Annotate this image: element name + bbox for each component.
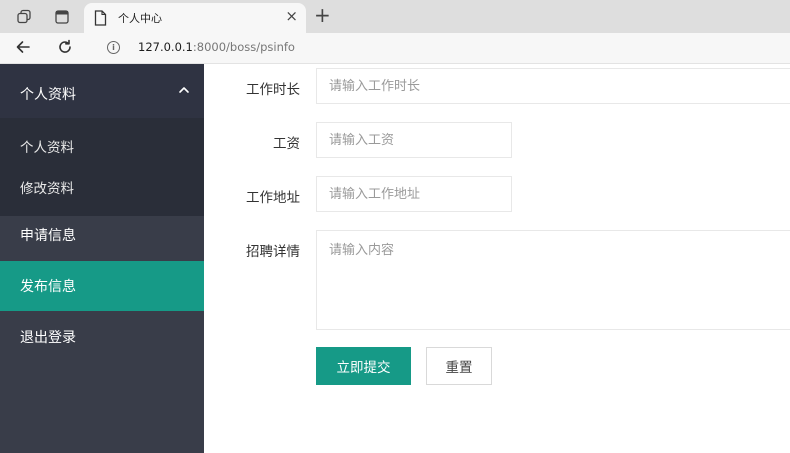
sidebar-subitem-personal-info[interactable]: 个人资料 — [20, 136, 74, 156]
job-details-field — [316, 230, 790, 330]
work-address-label: 工作地址 — [246, 190, 300, 206]
tab-close-button[interactable]: × — [285, 7, 298, 25]
browser-tab-bar: 个人中心 × + — [0, 0, 790, 33]
sidebar-group-label: 个人资料 — [20, 87, 76, 103]
url-path: :8000/boss/psinfo — [192, 40, 295, 54]
job-details-label: 招聘详情 — [246, 244, 300, 260]
salary-label: 工资 — [273, 136, 300, 152]
sidebar-item-logout[interactable]: 退出登录 — [0, 312, 204, 362]
work-duration-label: 工作时长 — [246, 82, 300, 98]
tab-title: 个人中心 — [118, 12, 162, 25]
submit-button[interactable]: 立即提交 — [316, 347, 411, 385]
sidebar-item-publish[interactable]: 发布信息 — [0, 261, 204, 311]
work-duration-input[interactable] — [317, 69, 790, 103]
sidebar-group-personal-info[interactable]: 个人资料 — [0, 64, 204, 118]
address-bar: i 127.0.0.1:8000/boss/psinfo — [0, 33, 790, 64]
sidebar-item-label: 退出登录 — [20, 330, 76, 346]
sidebar: 个人资料 个人资料 修改资料 申请信息 发布信息 退出登录 — [0, 64, 204, 453]
work-address-input[interactable] — [317, 177, 511, 211]
chevron-up-icon — [178, 84, 190, 100]
page-icon — [94, 10, 107, 30]
tab-actions-icon[interactable] — [50, 6, 74, 28]
info-icon[interactable]: i — [107, 41, 120, 54]
workspaces-icon[interactable] — [12, 6, 36, 28]
sidebar-item-label: 发布信息 — [20, 279, 76, 295]
reset-button[interactable]: 重置 — [426, 347, 492, 385]
work-address-field — [316, 176, 512, 212]
salary-input[interactable] — [317, 123, 511, 157]
new-tab-button[interactable]: + — [314, 5, 331, 25]
salary-field — [316, 122, 512, 158]
job-details-textarea[interactable] — [317, 231, 790, 329]
work-duration-field — [316, 68, 790, 104]
sidebar-item-applications[interactable]: 申请信息 — [0, 210, 204, 260]
main-content: 工作时长 工资 工作地址 招聘详情 立即提交 重置 — [204, 64, 790, 453]
back-arrow-icon[interactable] — [14, 38, 32, 60]
sidebar-submenu: 个人资料 修改资料 — [0, 118, 204, 216]
url-host: 127.0.0.1 — [138, 40, 193, 54]
reload-icon[interactable] — [56, 38, 74, 60]
active-tab[interactable]: 个人中心 × — [84, 3, 306, 33]
sidebar-item-label: 申请信息 — [20, 228, 76, 244]
url-field[interactable]: 127.0.0.1:8000/boss/psinfo — [138, 40, 295, 54]
sidebar-subitem-edit-info[interactable]: 修改资料 — [20, 177, 74, 197]
